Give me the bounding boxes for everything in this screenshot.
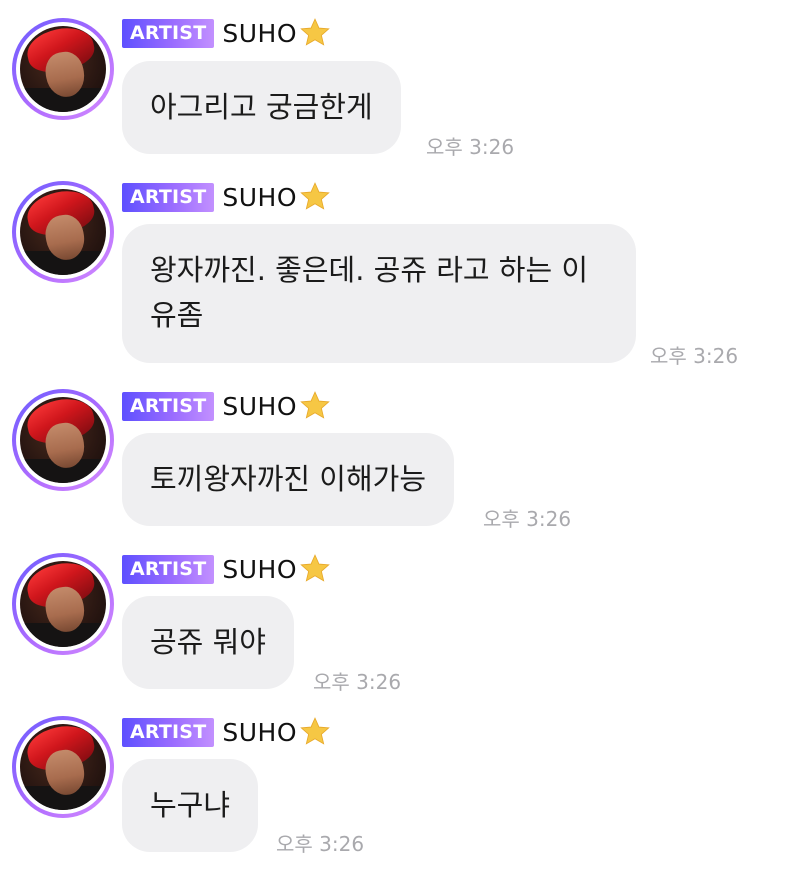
- message-timestamp: 오후 3:26: [650, 344, 739, 368]
- message-timestamp: 오후 3:26: [276, 832, 365, 856]
- message-bubble[interactable]: 아그리고 궁금한게: [122, 61, 401, 154]
- avatar[interactable]: [12, 553, 114, 655]
- message-header: ARTIST SUHO: [122, 181, 332, 213]
- message-bubble[interactable]: 토끼왕자까진 이해가능: [122, 433, 455, 526]
- sender-name[interactable]: SUHO: [222, 19, 297, 48]
- star-icon: [300, 554, 330, 582]
- message-bubble[interactable]: 누구냐: [122, 759, 259, 852]
- sender-name[interactable]: SUHO: [222, 392, 297, 421]
- artist-badge: ARTIST: [122, 391, 215, 421]
- sender-name[interactable]: SUHO: [222, 555, 297, 584]
- avatar[interactable]: [12, 389, 114, 491]
- message-header: ARTIST SUHO: [122, 553, 332, 585]
- message-timestamp: 오후 3:26: [426, 135, 515, 159]
- avatar[interactable]: [12, 716, 114, 818]
- sender-name[interactable]: SUHO: [222, 718, 297, 747]
- message-bubble[interactable]: 공쥬 뭐야: [122, 596, 294, 689]
- message-timestamp: 오후 3:26: [483, 507, 572, 531]
- message-bubble[interactable]: 왕자까진. 좋은데. 공쥬 라고 하는 이유좀: [122, 224, 636, 363]
- avatar[interactable]: [12, 18, 114, 120]
- artist-badge: ARTIST: [122, 182, 215, 212]
- message-timestamp: 오후 3:26: [313, 670, 402, 694]
- star-icon: [300, 182, 330, 210]
- message-header: ARTIST SUHO: [122, 716, 332, 748]
- message-header: ARTIST SUHO: [122, 17, 332, 49]
- star-icon: [300, 717, 330, 745]
- star-icon: [300, 18, 330, 46]
- star-icon: [300, 391, 330, 419]
- artist-badge: ARTIST: [122, 717, 215, 747]
- artist-badge: ARTIST: [122, 18, 215, 48]
- avatar[interactable]: [12, 181, 114, 283]
- artist-badge: ARTIST: [122, 554, 215, 584]
- message-header: ARTIST SUHO: [122, 390, 332, 422]
- sender-name[interactable]: SUHO: [222, 183, 297, 212]
